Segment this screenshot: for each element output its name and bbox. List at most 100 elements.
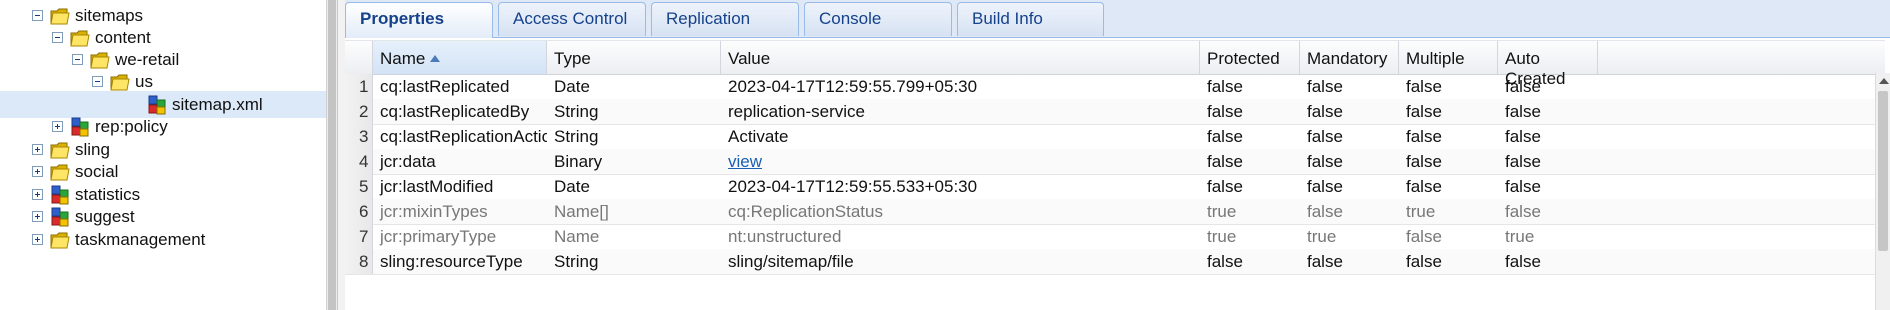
cell-name: jcr:mixinTypes <box>380 202 488 221</box>
grid-scrollbar-thumb[interactable] <box>1878 91 1888 251</box>
cell-auto: false <box>1505 252 1541 271</box>
cell-type: String <box>554 127 599 146</box>
tab-replication[interactable]: Replication <box>651 2 799 36</box>
expand-toggle-icon[interactable] <box>32 144 43 155</box>
row-number: 6 <box>345 199 373 224</box>
cell-protected: false <box>1207 252 1243 271</box>
cell-mandatory: true <box>1307 227 1337 246</box>
cell-auto: false <box>1505 127 1541 146</box>
tree-node-taskmanagement[interactable]: taskmanagement <box>32 226 205 253</box>
table-row[interactable]: 1 cq:lastReplicated Date 2023-04-17T12:59:5… <box>345 74 1875 100</box>
cell-multiple: false <box>1406 177 1442 196</box>
expand-toggle-icon[interactable] <box>32 166 43 177</box>
column-header-label: Protected <box>1207 49 1280 68</box>
expand-toggle-icon[interactable] <box>32 211 43 222</box>
cell-value: sling/sitemap/file <box>728 252 854 271</box>
cell-multiple: false <box>1406 127 1442 146</box>
expand-toggle-icon[interactable] <box>32 234 43 245</box>
tree-scrollbar-thumb[interactable] <box>328 0 336 310</box>
cell-name: jcr:primaryType <box>380 227 497 246</box>
cell-name: cq:lastReplicationAction <box>380 127 547 146</box>
cell-type: Name[] <box>554 202 609 221</box>
cell-name: jcr:lastModified <box>380 177 494 196</box>
table-row[interactable]: 7 jcr:primaryType Name nt:unstructured true t… <box>345 224 1875 250</box>
cell-auto: false <box>1505 152 1541 171</box>
expand-toggle-icon[interactable] <box>32 189 43 200</box>
cell-mandatory: false <box>1307 152 1343 171</box>
cell-mandatory: false <box>1307 127 1343 146</box>
cell-multiple: true <box>1406 202 1436 221</box>
column-header-mandatory[interactable]: Mandatory <box>1300 41 1399 74</box>
cell-auto: true <box>1505 227 1535 246</box>
collapse-toggle-icon[interactable] <box>32 10 43 21</box>
table-row[interactable]: 2 cq:lastReplicatedBy String replication-se… <box>345 99 1875 125</box>
cell-value: nt:unstructured <box>728 227 842 246</box>
row-number: 8 <box>345 249 373 274</box>
column-header-auto-created[interactable]: Auto Created <box>1498 41 1598 88</box>
column-header-protected[interactable]: Protected <box>1200 41 1300 74</box>
cell-name: jcr:data <box>380 152 436 171</box>
column-header-name[interactable]: Name <box>373 41 547 74</box>
column-header-type[interactable]: Type <box>547 41 721 74</box>
grid-header-row: Name Type Value Protected Mandatory Multiple A… <box>345 40 1885 88</box>
collapse-toggle-icon[interactable] <box>72 54 83 65</box>
table-row[interactable]: 8 sling:resourceType String sling/sitemap/f… <box>345 249 1875 275</box>
main-panel: Properties Access Control Replication Conso… <box>345 0 1890 310</box>
tree-node-label: sitemap.xml <box>172 94 263 114</box>
tree-node-label: us <box>135 71 153 91</box>
column-header-label: Mandatory <box>1307 49 1388 68</box>
cell-protected: true <box>1207 202 1237 221</box>
expand-toggle-icon[interactable] <box>52 121 63 132</box>
cell-multiple: false <box>1406 252 1442 271</box>
folder-icon <box>109 71 131 93</box>
tree-node-label: taskmanagement <box>75 229 206 249</box>
row-number: 4 <box>345 149 373 174</box>
tab-access-control[interactable]: Access Control <box>498 2 646 36</box>
cell-protected: false <box>1207 127 1243 146</box>
collapse-toggle-icon[interactable] <box>92 76 103 87</box>
folder-icon <box>49 229 71 251</box>
cell-mandatory: false <box>1307 102 1343 121</box>
cell-value: view <box>721 149 1200 174</box>
column-header-label: Name <box>380 49 426 68</box>
column-header-multiple[interactable]: Multiple <box>1399 41 1498 74</box>
tab-build-info[interactable]: Build Info <box>957 2 1104 36</box>
table-row[interactable]: 4 jcr:data Binary view false false false false <box>345 149 1875 175</box>
column-header-label: Value <box>728 49 771 68</box>
table-row[interactable]: 5 jcr:lastModified Date 2023-04-17T12:59:55… <box>345 174 1875 200</box>
collapse-toggle-icon[interactable] <box>52 32 63 43</box>
tree-scrollbar[interactable] <box>326 0 337 310</box>
cell-type: Date <box>554 77 590 96</box>
tree-node-label: we-retail <box>115 49 180 69</box>
repository-tree: sitemaps content we-retail us sitemap.xml rep… <box>0 0 326 310</box>
grid-scrollbar[interactable] <box>1875 73 1890 310</box>
cell-protected: true <box>1207 227 1237 246</box>
view-binary-link[interactable]: view <box>728 152 762 171</box>
cell-mandatory: false <box>1307 77 1343 96</box>
cell-type: Name <box>554 227 600 246</box>
table-row[interactable]: 6 jcr:mixinTypes Name[] cq:ReplicationStatu… <box>345 199 1875 225</box>
cell-multiple: false <box>1406 77 1442 96</box>
tree-node-label: sling <box>75 139 110 159</box>
cell-mandatory: false <box>1307 202 1343 221</box>
column-header-value[interactable]: Value <box>721 41 1200 74</box>
cell-value: 2023-04-17T12:59:55.533+05:30 <box>728 177 978 196</box>
cell-auto: false <box>1505 77 1541 96</box>
cell-value: Activate <box>728 127 789 146</box>
cell-name: sling:resourceType <box>380 252 523 271</box>
scroll-up-icon[interactable] <box>1879 78 1889 84</box>
tab-console[interactable]: Console <box>804 2 952 36</box>
tab-properties[interactable]: Properties <box>345 2 493 38</box>
table-row[interactable]: 3 cq:lastReplicationAction String Activate f… <box>345 124 1875 150</box>
row-number: 2 <box>345 99 373 124</box>
cell-auto: false <box>1505 202 1541 221</box>
tree-node-label: social <box>75 161 119 181</box>
cell-auto: false <box>1505 102 1541 121</box>
row-number: 7 <box>345 224 373 249</box>
row-number: 3 <box>345 124 373 149</box>
cell-type: Binary <box>554 152 603 171</box>
folder-icon <box>49 161 71 183</box>
tree-node-label: suggest <box>75 206 135 226</box>
column-header-label: Type <box>554 49 591 68</box>
tree-node-label: sitemaps <box>75 5 144 25</box>
